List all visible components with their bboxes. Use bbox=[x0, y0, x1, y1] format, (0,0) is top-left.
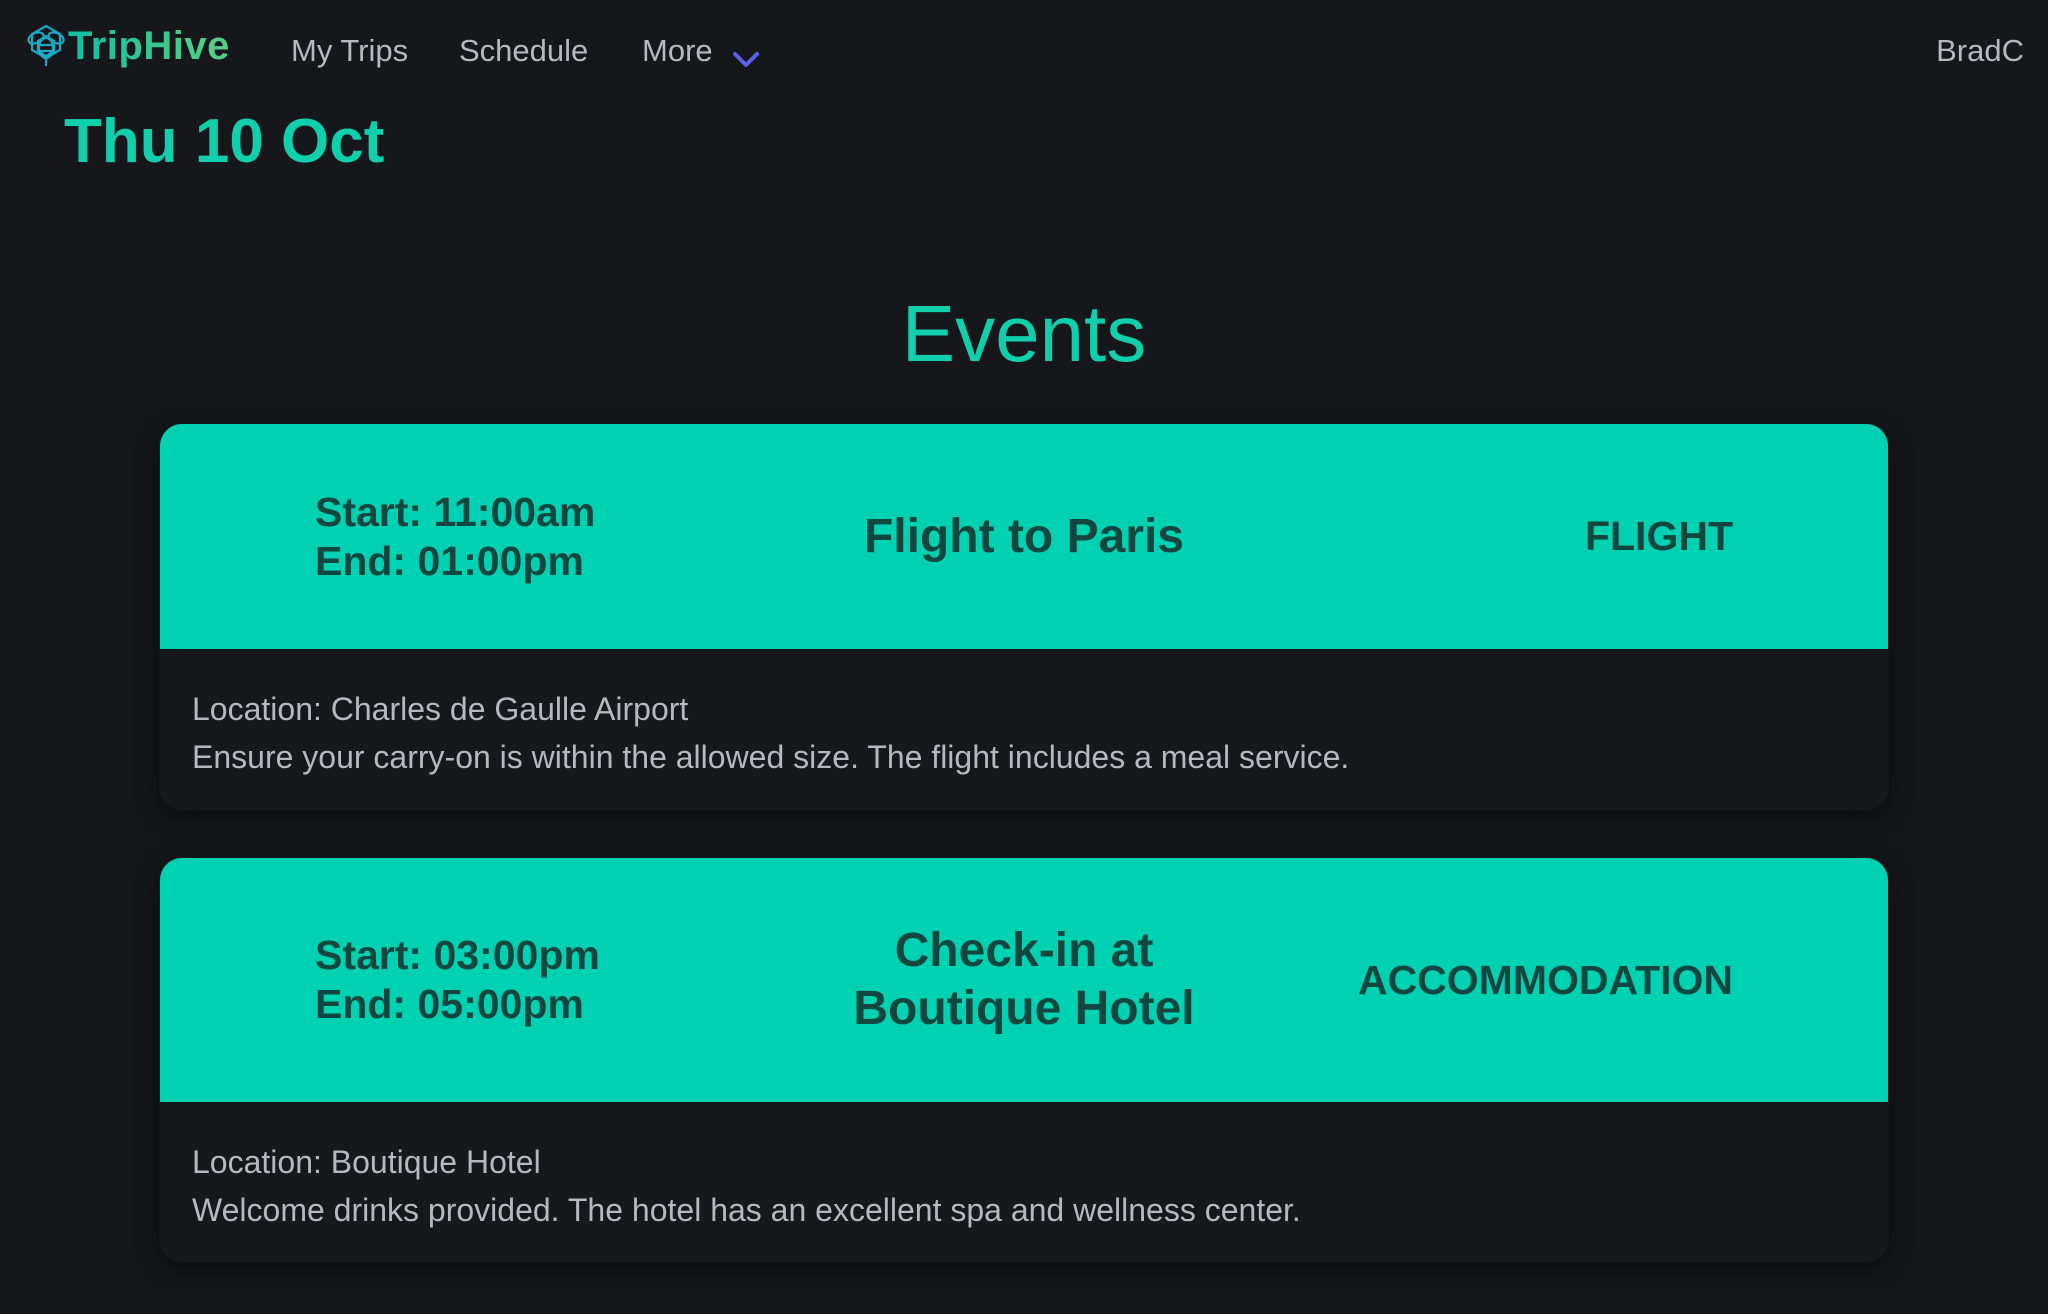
chevron-down-icon bbox=[731, 40, 761, 67]
events-section-title: Events bbox=[901, 289, 1147, 378]
bee-logo-icon bbox=[24, 22, 68, 70]
event-card-body: Location: Charles de Gaulle Airport Ensu… bbox=[160, 649, 1888, 781]
event-card-header: Start: 11:00am End: 01:00pm Flight to Pa… bbox=[160, 424, 1888, 649]
nav-schedule[interactable]: Schedule bbox=[459, 31, 588, 71]
event-location: Location: Charles de Gaulle Airport bbox=[192, 691, 689, 727]
event-type-label: ACCOMMODATION bbox=[1357, 956, 1733, 1003]
user-menu[interactable]: BradC bbox=[1936, 31, 2024, 71]
brand-home-link[interactable]: TripHive bbox=[24, 22, 230, 70]
event-card[interactable]: Start: 03:00pm End: 05:00pm Check-in at … bbox=[160, 858, 1888, 1262]
top-navbar: TripHive My Trips Schedule More BradC bbox=[0, 0, 2048, 104]
event-type-label: FLIGHT bbox=[1584, 513, 1733, 559]
nav-my-trips[interactable]: My Trips bbox=[291, 31, 408, 71]
event-notes: Ensure your carry-on is within the allow… bbox=[192, 739, 1350, 775]
event-card-header: Start: 03:00pm End: 05:00pm Check-in at … bbox=[160, 858, 1888, 1102]
brand-name: TripHive bbox=[68, 24, 230, 68]
event-notes: Welcome drinks provided. The hotel has a… bbox=[192, 1192, 1301, 1228]
event-location: Location: Boutique Hotel bbox=[192, 1144, 541, 1180]
nav-more-dropdown[interactable]: More bbox=[642, 31, 761, 71]
event-card[interactable]: Start: 11:00am End: 01:00pm Flight to Pa… bbox=[160, 424, 1888, 810]
event-card-body: Location: Boutique Hotel Welcome drinks … bbox=[160, 1102, 1888, 1234]
nav-more-label: More bbox=[642, 33, 713, 68]
page-date-heading: Thu 10 Oct bbox=[64, 107, 385, 176]
